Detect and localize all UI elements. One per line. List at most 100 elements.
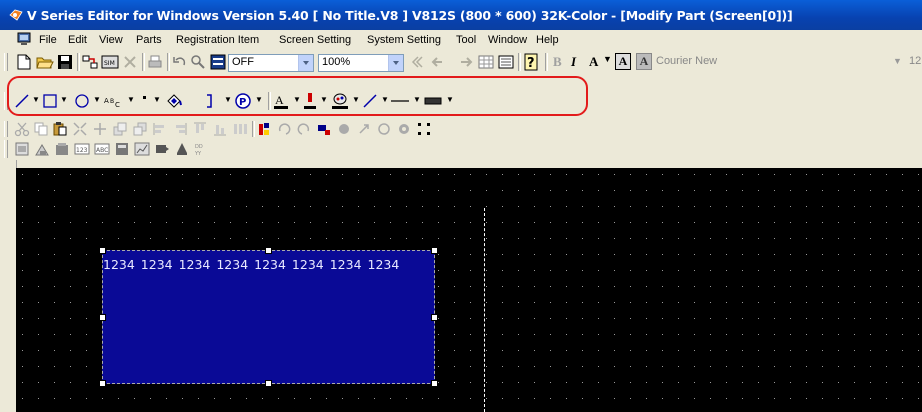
frame-select-combo[interactable]: OFF	[228, 54, 314, 72]
font-color-icon[interactable]: A	[589, 54, 598, 70]
simulator-icon[interactable]: SIM	[101, 55, 119, 69]
align-left-icon[interactable]	[152, 121, 168, 137]
refresh-icon[interactable]	[376, 121, 392, 137]
separator	[77, 53, 80, 71]
switch-part-icon[interactable]	[14, 141, 30, 157]
resize-handle-top[interactable]	[265, 247, 272, 254]
toolbar-grip[interactable]	[4, 140, 8, 158]
zoom-combo[interactable]: 100%	[318, 54, 404, 72]
disabled-tool-icon[interactable]	[122, 54, 138, 70]
distribute-icon[interactable]	[232, 121, 248, 137]
toolbar-grip[interactable]	[4, 53, 8, 71]
menu-window[interactable]: Window	[488, 34, 527, 46]
mirror-icon[interactable]	[316, 121, 332, 137]
pointer-move-icon[interactable]	[356, 121, 372, 137]
svg-text:ABC: ABC	[96, 147, 108, 154]
copy-icon[interactable]	[33, 121, 49, 137]
screen-center-guide	[484, 208, 486, 412]
alarm-part-icon[interactable]	[174, 141, 190, 157]
send-back-icon[interactable]	[132, 121, 148, 137]
font-size[interactable]: 12	[909, 55, 921, 67]
cut-icon[interactable]	[14, 121, 30, 137]
italic-icon[interactable]: I	[571, 54, 576, 70]
separator	[167, 53, 170, 71]
resize-handle-top-right[interactable]	[431, 247, 438, 254]
left-frame	[0, 160, 17, 412]
save-icon[interactable]	[57, 54, 73, 70]
menu-screen-setting[interactable]: Screen Setting	[279, 34, 351, 46]
resize-handle-top-left[interactable]	[99, 247, 106, 254]
align-top-icon[interactable]	[192, 121, 208, 137]
rotate-left-icon[interactable]	[276, 121, 292, 137]
find-icon[interactable]	[190, 54, 206, 70]
resize-handle-right[interactable]	[431, 314, 438, 321]
separator	[142, 53, 145, 71]
chevron-down-icon[interactable]: ▼	[603, 54, 612, 64]
print-icon[interactable]	[147, 54, 163, 70]
grid-view-icon[interactable]	[478, 54, 494, 70]
new-file-icon[interactable]	[17, 54, 31, 70]
bold-icon[interactable]: B	[553, 54, 562, 70]
character-display-icon[interactable]: ABC	[94, 141, 110, 157]
resize-handle-bottom-right[interactable]	[431, 380, 438, 387]
keypad-part-icon[interactable]	[154, 141, 170, 157]
ungroup-icon[interactable]	[92, 121, 108, 137]
list-view-icon[interactable]	[498, 54, 514, 70]
bring-front-icon[interactable]	[112, 121, 128, 137]
help-icon[interactable]: ?	[523, 53, 539, 71]
message-part-icon[interactable]	[114, 141, 130, 157]
numeric-display-icon[interactable]: 123	[74, 141, 90, 157]
date-part-icon[interactable]: DDYY	[194, 141, 210, 157]
svg-text:SIM: SIM	[104, 60, 115, 67]
chevron-down-icon[interactable]	[298, 55, 313, 71]
lamp-part-icon[interactable]	[34, 141, 52, 157]
resize-handle-bottom-left[interactable]	[99, 380, 106, 387]
transfer-icon[interactable]	[82, 54, 98, 70]
snap-grid-icon[interactable]	[416, 121, 432, 137]
text-shadow-icon[interactable]: A	[636, 53, 652, 70]
font-name[interactable]: Courier New	[656, 55, 717, 67]
separator	[518, 53, 521, 71]
forward-arrow-icon[interactable]	[458, 54, 474, 70]
part-digits: 1234 1234 1234 1234 1234 1234 1234 1234	[103, 257, 400, 272]
app-icon	[9, 9, 23, 21]
chart-part-icon[interactable]	[134, 141, 150, 157]
undo-icon[interactable]	[172, 54, 188, 70]
flip-icon[interactable]	[336, 121, 352, 137]
toolbar-grip[interactable]	[4, 121, 8, 137]
menu-tool[interactable]: Tool	[456, 34, 476, 46]
separator	[252, 121, 255, 137]
resize-handle-bottom[interactable]	[265, 380, 272, 387]
menu-help[interactable]: Help	[536, 34, 559, 46]
separator	[545, 53, 548, 71]
rotate-right-icon[interactable]	[296, 121, 312, 137]
group-icon[interactable]	[72, 121, 88, 137]
drawing-toolbar-highlight	[7, 76, 588, 116]
align-bottom-icon[interactable]	[212, 121, 228, 137]
menu-registration-item[interactable]: Registration Item	[176, 34, 259, 46]
svg-text:DD: DD	[195, 144, 203, 150]
menu-file[interactable]: File	[39, 34, 57, 46]
chevron-down-icon[interactable]: ▼	[893, 56, 902, 66]
menu-edit[interactable]: Edit	[68, 34, 87, 46]
frame-mode-icon[interactable]	[210, 54, 226, 70]
graph-part-icon[interactable]	[54, 141, 70, 157]
chevron-down-icon[interactable]	[388, 55, 403, 71]
title-bar: V Series Editor for Windows Version 5.40…	[0, 0, 922, 30]
system-menu-icon[interactable]	[17, 32, 31, 46]
paste-icon[interactable]	[52, 121, 68, 137]
resize-handle-left[interactable]	[99, 314, 106, 321]
menu-parts[interactable]: Parts	[136, 34, 162, 46]
redraw-icon[interactable]	[396, 121, 412, 137]
numeric-display-part[interactable]: 1234 1234 1234 1234 1234 1234 1234 1234	[102, 250, 435, 384]
menu-view[interactable]: View	[99, 34, 123, 46]
previous-screen-icon[interactable]	[408, 54, 424, 70]
align-right-icon[interactable]	[172, 121, 188, 137]
menu-bar: File Edit View Parts Registration Item S…	[0, 30, 922, 50]
menu-system-setting[interactable]: System Setting	[367, 34, 441, 46]
open-folder-icon[interactable]	[36, 54, 54, 70]
text-border-icon[interactable]: A	[615, 53, 631, 70]
parts-toolbar: 123 ABC DD YY	[0, 138, 922, 160]
property-icon[interactable]	[256, 121, 272, 137]
back-arrow-icon[interactable]	[430, 54, 446, 70]
